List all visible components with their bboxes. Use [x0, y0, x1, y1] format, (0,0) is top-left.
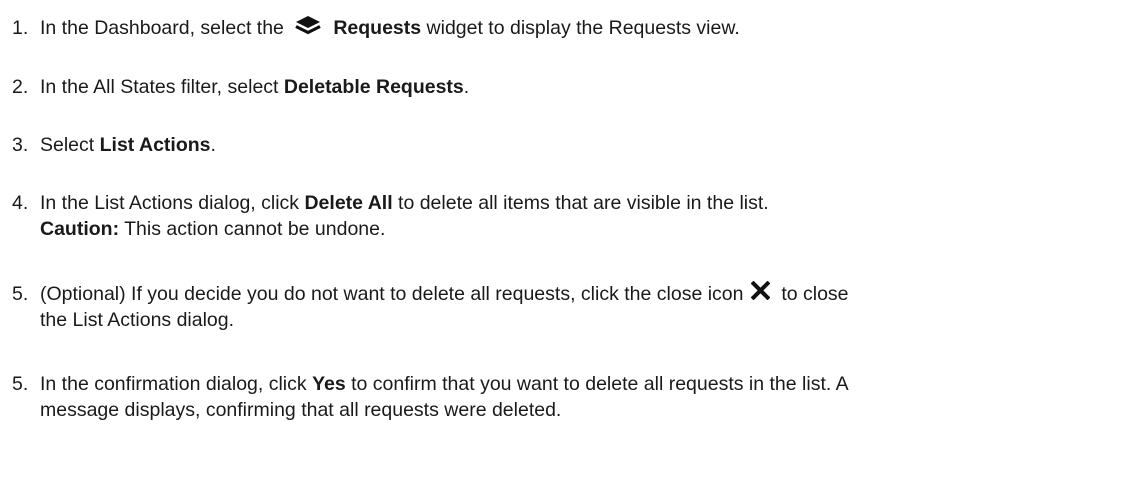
step-text-part: to delete all items that are visible in …: [392, 192, 769, 214]
yes-label: Yes: [312, 373, 346, 395]
step-text-part: In the Dashboard, select the: [40, 17, 290, 39]
step-text-part: (Optional) If you decide you do not want…: [40, 283, 749, 305]
layers-icon: [295, 15, 322, 44]
step-text-part: Select: [40, 134, 100, 156]
step-text-part: In the List Actions dialog, click: [40, 192, 305, 214]
step-number: 1.: [12, 17, 29, 39]
step-number: 4.: [12, 192, 29, 214]
step-text-part: .: [463, 76, 470, 98]
deletable-requests-label: Deletable Requests: [283, 76, 464, 98]
step-text-part: to close: [775, 283, 849, 305]
step-number: 2.: [12, 76, 29, 98]
step-text: In the List Actions dialog, click Delete…: [40, 190, 769, 242]
step-text-part: the List Actions dialog.: [40, 309, 235, 331]
step-text-part: widget to display the Requests view.: [421, 17, 740, 39]
caution-label: Caution:: [40, 218, 120, 240]
step-text: In the Dashboard, select the Requests wi…: [40, 15, 740, 44]
step-number: 5.: [12, 283, 29, 305]
close-icon: [750, 280, 771, 307]
step-text: In the All States filter, select Deletab…: [40, 74, 469, 100]
step-text: (Optional) If you decide you do not want…: [40, 280, 849, 333]
step-text-part: .: [210, 134, 216, 156]
delete-all-label: Delete All: [304, 192, 393, 214]
step-text: In the confirmation dialog, click Yes to…: [40, 371, 849, 423]
list-actions-label: List Actions: [99, 134, 211, 156]
requests-widget-label: Requests: [333, 17, 422, 39]
step-text-part: In the All States filter, select: [40, 76, 284, 98]
step-number: 3.: [12, 134, 29, 156]
step-text-part: message displays, confirming that all re…: [40, 399, 562, 421]
step-number: 5.: [12, 373, 29, 395]
step-text-part: In the confirmation dialog, click: [40, 373, 313, 395]
step-text: Select List Actions.: [40, 132, 216, 158]
step-text-part: to confirm that you want to delete all r…: [345, 373, 849, 395]
caution-text: This action cannot be undone.: [119, 218, 386, 240]
